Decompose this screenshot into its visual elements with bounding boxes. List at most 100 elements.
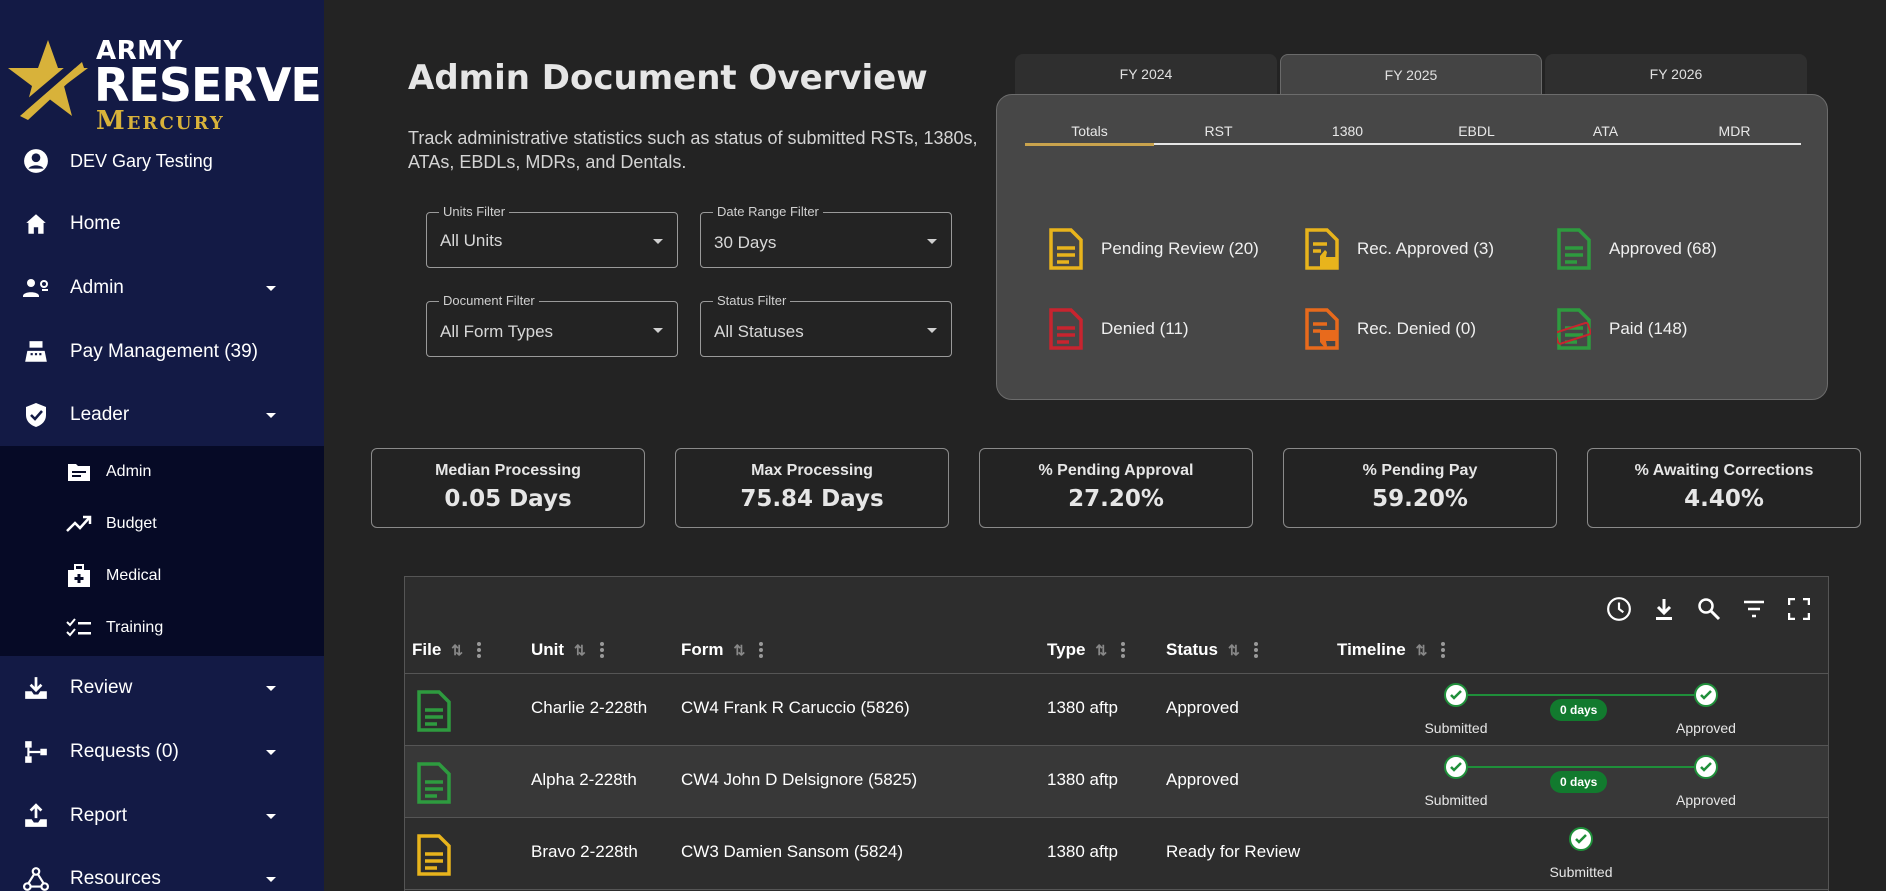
- tab-totals[interactable]: Totals: [1025, 123, 1154, 146]
- stat-paid: Paid (148): [1557, 305, 1687, 353]
- stat-label: Pending Review (20): [1101, 239, 1259, 258]
- checklist-icon: [66, 615, 92, 641]
- kpi-title: % Pending Pay: [1362, 462, 1478, 479]
- column-menu-icon[interactable]: [1441, 642, 1446, 658]
- sidebar-item-pay-management[interactable]: Pay Management (39): [0, 325, 324, 379]
- column-menu-icon[interactable]: [759, 642, 764, 658]
- stat-label: Rec. Denied (0): [1357, 319, 1477, 338]
- tab-mdr[interactable]: MDR: [1670, 123, 1799, 139]
- sidebar: ARMY RESERVE Mercury DEV Gary Testing Ho…: [0, 0, 324, 891]
- stat-rec-approved: Rec. Approved (3): [1305, 225, 1494, 273]
- sidebar-subitem-training[interactable]: Training: [0, 602, 324, 654]
- sidebar-item-requests[interactable]: Requests (0): [0, 725, 324, 779]
- document-type-tabs: Totals RST 1380 EBDL ATA MDR: [1025, 123, 1801, 146]
- check-circle-icon: [1444, 683, 1468, 707]
- column-menu-icon[interactable]: [1121, 642, 1126, 658]
- timeline-end-label: Approved: [1676, 720, 1736, 736]
- tab-rst[interactable]: RST: [1154, 123, 1283, 139]
- column-menu-icon[interactable]: [599, 642, 604, 658]
- document-paid-stamp-icon: [1557, 308, 1591, 350]
- sidebar-item-report[interactable]: Report: [0, 789, 324, 843]
- sort-icon[interactable]: ⇅: [1228, 642, 1240, 659]
- sort-icon[interactable]: ⇅: [734, 642, 746, 659]
- column-header-form[interactable]: Form ⇅: [681, 637, 764, 663]
- date-range-filter[interactable]: Date Range Filter 30 Days: [700, 204, 952, 268]
- chevron-down-icon: [266, 749, 276, 755]
- chevron-down-icon: [266, 813, 276, 819]
- sidebar-item-label: Leader: [70, 404, 130, 425]
- filter-list-icon[interactable]: [1740, 595, 1768, 623]
- column-header-unit[interactable]: Unit ⇅: [531, 637, 604, 663]
- kpi-title: Median Processing: [435, 462, 581, 479]
- sidebar-item-admin[interactable]: Admin: [0, 261, 324, 315]
- kpi-title: Max Processing: [751, 462, 873, 479]
- document-stats-panel: Totals RST 1380 EBDL ATA MDR Pending Rev…: [996, 94, 1828, 400]
- tab-fy-2024[interactable]: FY 2024: [1015, 54, 1277, 94]
- sort-icon[interactable]: ⇅: [574, 642, 586, 659]
- sidebar-subitem-medical[interactable]: Medical: [0, 550, 324, 602]
- sort-icon[interactable]: ⇅: [451, 642, 463, 659]
- chevron-down-icon: [266, 876, 276, 882]
- kpi-value: 4.40%: [1684, 486, 1764, 512]
- column-header-label: File: [412, 640, 442, 659]
- chevron-down-icon: [266, 685, 276, 691]
- document-thumb-down-icon: [1305, 308, 1339, 350]
- units-filter[interactable]: Units Filter All Units: [426, 204, 678, 268]
- sort-icon[interactable]: ⇅: [1416, 642, 1428, 659]
- tab-ebdl[interactable]: EBDL: [1412, 123, 1541, 139]
- search-icon[interactable]: [1695, 595, 1723, 623]
- user-profile[interactable]: DEV Gary Testing: [0, 134, 324, 188]
- column-header-status[interactable]: Status ⇅: [1166, 637, 1258, 663]
- history-clock-icon[interactable]: [1605, 595, 1633, 623]
- sidebar-subitem-admin[interactable]: Admin: [0, 446, 324, 498]
- sidebar-item-resources[interactable]: Resources: [0, 852, 324, 891]
- tab-fy-2025[interactable]: FY 2025: [1280, 54, 1542, 95]
- download-icon[interactable]: [1650, 595, 1678, 623]
- fullscreen-icon[interactable]: [1785, 595, 1813, 623]
- document-file-icon[interactable]: [417, 690, 451, 732]
- kpi-value: 27.20%: [1068, 486, 1164, 512]
- document-filter-label: Document Filter: [439, 293, 539, 308]
- sidebar-item-label: Resources: [70, 868, 161, 889]
- column-header-label: Unit: [531, 640, 565, 659]
- tab-fy-2026[interactable]: FY 2026: [1545, 54, 1807, 94]
- tab-1380[interactable]: 1380: [1283, 123, 1412, 139]
- column-menu-icon[interactable]: [477, 642, 482, 658]
- document-filter[interactable]: Document Filter All Form Types: [426, 293, 678, 357]
- column-header-file[interactable]: File ⇅: [412, 637, 482, 663]
- column-header-label: Timeline: [1337, 640, 1406, 659]
- table-row[interactable]: Charlie 2-228th CW4 Frank R Caruccio (58…: [405, 674, 1828, 746]
- kpi-title: % Awaiting Corrections: [1634, 462, 1814, 479]
- sidebar-item-label: Pay Management (39): [70, 341, 258, 362]
- unit-cell: Bravo 2-228th: [531, 842, 638, 861]
- sidebar-item-review[interactable]: Review: [0, 661, 324, 715]
- duration-badge: 0 days: [1550, 699, 1608, 721]
- kpi-title: % Pending Approval: [1038, 462, 1194, 479]
- check-circle-icon: [1694, 683, 1718, 707]
- chevron-down-icon: [266, 412, 276, 418]
- timeline-start-label: Submitted: [1424, 792, 1488, 808]
- sidebar-item-leader[interactable]: Leader: [0, 388, 324, 442]
- column-header-timeline[interactable]: Timeline ⇅: [1337, 637, 1446, 663]
- column-header-label: Form: [681, 640, 724, 659]
- user-name: DEV Gary Testing: [70, 151, 213, 171]
- check-circle-icon: [1569, 827, 1593, 851]
- sidebar-item-home[interactable]: Home: [0, 197, 324, 251]
- table-row[interactable]: Bravo 2-228th CW3 Damien Sansom (5824) 1…: [405, 818, 1828, 890]
- document-file-icon[interactable]: [417, 762, 451, 804]
- stat-label: Approved (68): [1609, 239, 1717, 258]
- table-row[interactable]: Alpha 2-228th CW4 John D Delsignore (582…: [405, 746, 1828, 818]
- document-file-icon[interactable]: [417, 834, 451, 876]
- stat-label: Denied (11): [1101, 319, 1189, 338]
- column-menu-icon[interactable]: [1253, 642, 1258, 658]
- sidebar-subitem-budget[interactable]: Budget: [0, 498, 324, 550]
- column-header-type[interactable]: Type ⇅: [1047, 637, 1126, 663]
- tab-ata[interactable]: ATA: [1541, 123, 1670, 139]
- sidebar-item-label: Home: [70, 213, 121, 234]
- upload-tray-icon: [22, 802, 50, 830]
- sort-icon[interactable]: ⇅: [1095, 642, 1107, 659]
- kpi-value: 59.20%: [1372, 486, 1468, 512]
- units-filter-label: Units Filter: [439, 204, 510, 219]
- cash-register-icon: [22, 338, 50, 366]
- status-filter[interactable]: Status Filter All Statuses: [700, 293, 952, 357]
